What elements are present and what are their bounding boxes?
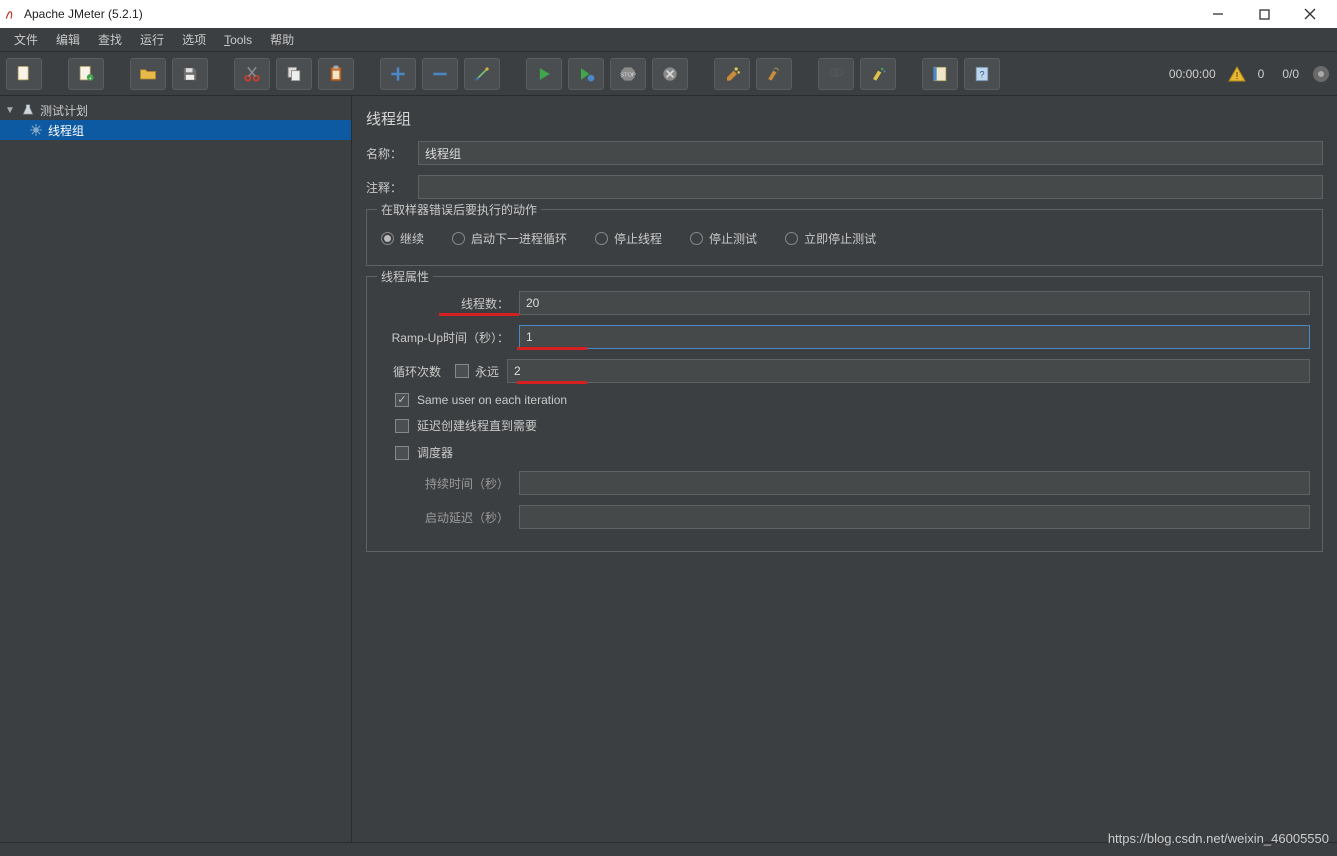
- threads-label: 线程数：: [379, 295, 519, 312]
- loop-label: 循环次数: [379, 363, 451, 380]
- thread-props-legend: 线程属性: [377, 268, 433, 285]
- window-title: Apache JMeter (5.2.1): [24, 7, 1195, 21]
- copy-button[interactable]: [276, 58, 312, 90]
- titlebar: Apache JMeter (5.2.1): [0, 0, 1337, 28]
- toggle-button[interactable]: [464, 58, 500, 90]
- radio-continue[interactable]: 继续: [381, 230, 424, 247]
- menu-edit[interactable]: 编辑: [48, 29, 88, 50]
- comment-label: 注释：: [366, 179, 418, 196]
- thread-props-fieldset: 线程属性 线程数： Ramp-Up时间（秒）： 循环次数 永远: [366, 276, 1323, 552]
- expand-button[interactable]: [380, 58, 416, 90]
- watermark-text: https://blog.csdn.net/weixin_46005550: [1108, 831, 1329, 846]
- comment-input[interactable]: [418, 175, 1323, 199]
- on-error-fieldset: 在取样器错误后要执行的动作 继续 启动下一进程循环 停止线程 停止测试 立即停止…: [366, 209, 1323, 266]
- svg-text:+: +: [89, 75, 92, 81]
- radio-dot-icon: [690, 232, 703, 245]
- menu-run[interactable]: 运行: [132, 29, 172, 50]
- checkbox-icon: [395, 446, 409, 460]
- clear-button[interactable]: [714, 58, 750, 90]
- startup-delay-label: 启动延迟（秒）: [379, 509, 519, 526]
- elapsed-time: 00:00:00: [1163, 67, 1222, 81]
- radio-start-next[interactable]: 启动下一进程循环: [452, 230, 567, 247]
- svg-text:!: !: [1235, 71, 1238, 82]
- templates-button[interactable]: +: [68, 58, 104, 90]
- menu-tools[interactable]: Tools: [216, 31, 260, 49]
- close-button[interactable]: [1287, 0, 1333, 28]
- stop-button[interactable]: STOP: [610, 58, 646, 90]
- flask-icon: [20, 102, 36, 118]
- radio-stop-now[interactable]: 立即停止测试: [785, 230, 876, 247]
- test-tree[interactable]: ▼ 测试计划 线程组: [0, 96, 352, 842]
- gear-icon: [28, 122, 44, 138]
- delay-thread-checkbox[interactable]: 延迟创建线程直到需要: [379, 417, 1310, 434]
- forever-checkbox[interactable]: 永远: [451, 363, 507, 380]
- menubar: 文件 编辑 查找 运行 选项 Tools 帮助: [0, 28, 1337, 52]
- annotation-underline: [439, 313, 519, 316]
- same-user-checkbox[interactable]: Same user on each iteration: [379, 393, 1310, 407]
- minimize-button[interactable]: [1195, 0, 1241, 28]
- active-threads: 0/0: [1276, 67, 1305, 81]
- rampup-input[interactable]: [519, 325, 1310, 349]
- reset-search-button[interactable]: [860, 58, 896, 90]
- start-button[interactable]: [526, 58, 562, 90]
- svg-text:?: ?: [979, 69, 984, 79]
- checkbox-icon: [455, 364, 469, 378]
- duration-label: 持续时间（秒）: [379, 475, 519, 492]
- rampup-label: Ramp-Up时间（秒）：: [379, 329, 519, 346]
- tree-root-testplan[interactable]: ▼ 测试计划: [0, 100, 351, 120]
- function-helper-button[interactable]: [922, 58, 958, 90]
- toolbar: + STOP ? 00:00:00 ! 0 0/0: [0, 52, 1337, 96]
- svg-text:STOP: STOP: [620, 72, 636, 78]
- annotation-underline: [517, 381, 587, 384]
- name-label: 名称：: [366, 145, 418, 162]
- loop-input[interactable]: [507, 359, 1310, 383]
- tree-thread-group-label: 线程组: [48, 122, 84, 139]
- warning-icon: !: [1228, 65, 1246, 83]
- checkbox-icon: [395, 419, 409, 433]
- clear-all-button[interactable]: [756, 58, 792, 90]
- panel-title: 线程组: [366, 108, 1323, 129]
- save-button[interactable]: [172, 58, 208, 90]
- menu-file[interactable]: 文件: [6, 29, 46, 50]
- start-no-pause-button[interactable]: [568, 58, 604, 90]
- tree-thread-group[interactable]: 线程组: [0, 120, 351, 140]
- caret-down-icon[interactable]: ▼: [4, 105, 16, 116]
- radio-dot-icon: [381, 232, 394, 245]
- open-button[interactable]: [130, 58, 166, 90]
- scheduler-checkbox[interactable]: 调度器: [379, 444, 1310, 461]
- app-icon: [4, 7, 18, 21]
- warning-count: 0: [1252, 67, 1271, 81]
- annotation-underline: [517, 347, 587, 350]
- radio-stop-test[interactable]: 停止测试: [690, 230, 757, 247]
- threads-input[interactable]: [519, 291, 1310, 315]
- checkbox-icon: [395, 393, 409, 407]
- search-button[interactable]: [818, 58, 854, 90]
- startup-delay-input[interactable]: [519, 505, 1310, 529]
- help-button[interactable]: ?: [964, 58, 1000, 90]
- threads-indicator-icon: [1311, 64, 1331, 84]
- menu-search[interactable]: 查找: [90, 29, 130, 50]
- editor-panel: 线程组 名称： 注释： 在取样器错误后要执行的动作 继续 启动下一进程循环 停止…: [352, 96, 1337, 842]
- collapse-button[interactable]: [422, 58, 458, 90]
- paste-button[interactable]: [318, 58, 354, 90]
- duration-input[interactable]: [519, 471, 1310, 495]
- new-button[interactable]: [6, 58, 42, 90]
- tree-root-label: 测试计划: [40, 102, 88, 119]
- radio-dot-icon: [595, 232, 608, 245]
- menu-help[interactable]: 帮助: [262, 29, 302, 50]
- maximize-button[interactable]: [1241, 0, 1287, 28]
- on-error-legend: 在取样器错误后要执行的动作: [377, 201, 541, 218]
- radio-dot-icon: [785, 232, 798, 245]
- name-input[interactable]: [418, 141, 1323, 165]
- menu-options[interactable]: 选项: [174, 29, 214, 50]
- radio-dot-icon: [452, 232, 465, 245]
- radio-stop-thread[interactable]: 停止线程: [595, 230, 662, 247]
- shutdown-button[interactable]: [652, 58, 688, 90]
- cut-button[interactable]: [234, 58, 270, 90]
